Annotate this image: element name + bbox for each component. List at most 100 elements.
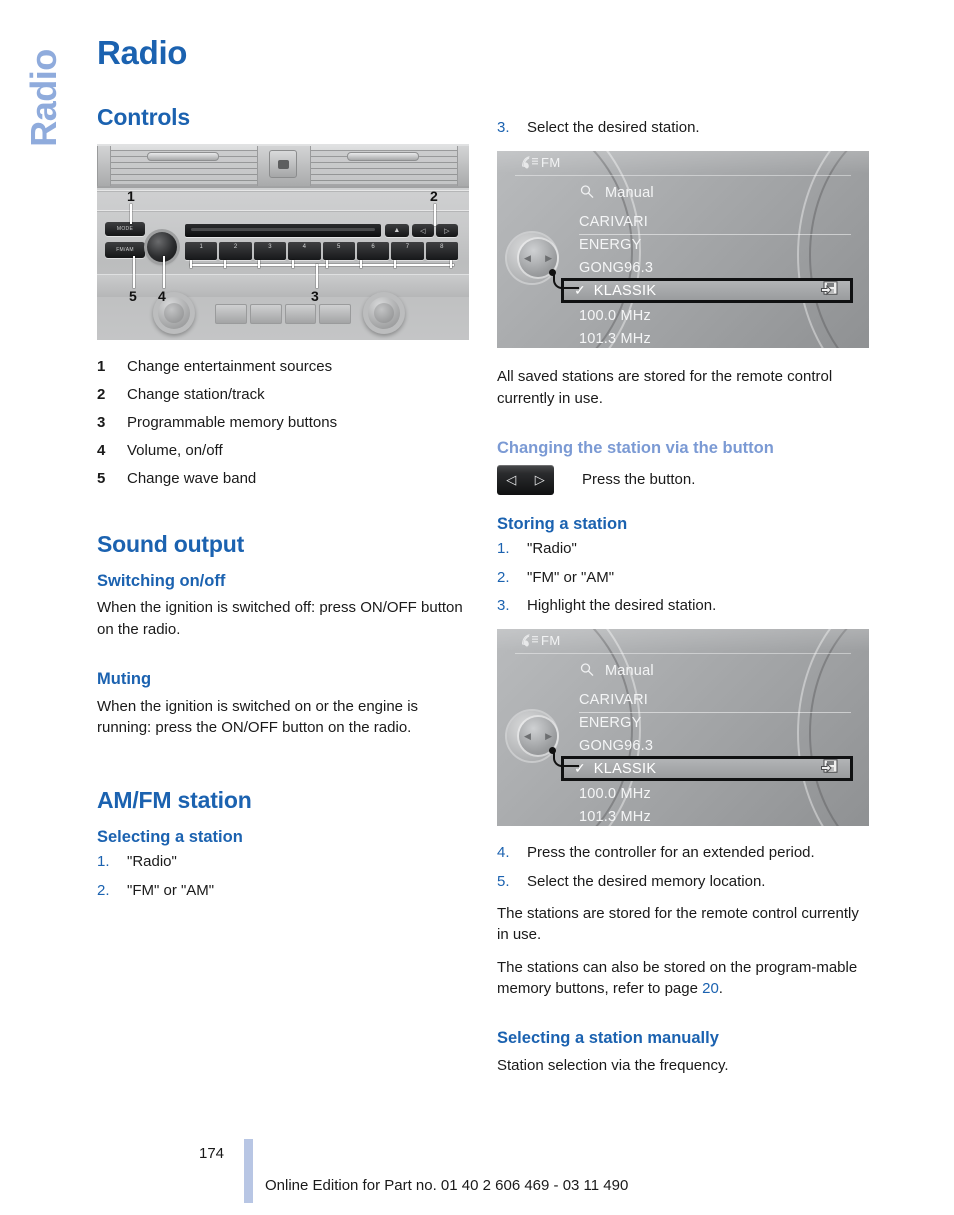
vent-edge-right xyxy=(457,146,469,187)
selected-station-row[interactable]: ✓ KLASSIK xyxy=(561,278,853,304)
volume-knob[interactable] xyxy=(147,232,177,263)
list-item: 4. Press the controller for an extended … xyxy=(497,844,869,862)
antenna-icon xyxy=(521,156,539,169)
muting-body-text: When the ignition is switched on or the … xyxy=(97,697,419,737)
climate-button-row xyxy=(215,304,351,325)
memory-preset-button[interactable]: 2 xyxy=(219,242,252,261)
manual-page: Radio Radio Controls MODE FM/AM ▲ ◁ ▷ 1 … xyxy=(0,0,954,1215)
step-text: Select the desired station. xyxy=(527,119,700,136)
save-icon xyxy=(821,281,838,301)
memory-preset-button[interactable]: 6 xyxy=(356,242,390,261)
heading-sound-output: Sound output xyxy=(97,531,245,558)
manual-label: Manual xyxy=(605,184,654,201)
callout-4: 4 xyxy=(158,288,166,305)
list-item-frequency[interactable]: 101.3 MHz xyxy=(579,327,855,348)
heading-controls: Controls xyxy=(97,104,190,130)
step-number: 5. xyxy=(497,872,510,890)
footer-accent-bar xyxy=(244,1139,253,1203)
legend-number: 2 xyxy=(97,386,106,404)
step-text: Select the desired memory location. xyxy=(527,872,766,890)
press-button-row: ◁ ▷ Press the button. xyxy=(497,464,869,495)
idrive-screen-station-list-2: FM Manual CARIVARI ENERGY GONG96.3 100.0… xyxy=(497,629,869,827)
leader-line-2 xyxy=(434,204,436,227)
switching-body-text: When the ignition is switched off: press… xyxy=(97,599,463,638)
storing-station-steps-bottom: 4. Press the controller for an extended … xyxy=(497,844,869,891)
list-item: 3 Programmable memory buttons xyxy=(97,414,471,432)
screen-band-label: FM xyxy=(541,155,561,171)
list-item: 3. Highlight the desired station. xyxy=(497,597,869,615)
page-reference-link[interactable]: 20 xyxy=(702,980,719,997)
heading-changing-station-via-button: Changing the station via the button xyxy=(497,438,774,457)
hazard-icon xyxy=(277,159,289,169)
saved-stations-note: All saved stations are stored for the re… xyxy=(497,368,833,407)
step-number: 1. xyxy=(497,540,510,558)
list-item-frequency[interactable]: 100.0 MHz xyxy=(579,304,855,327)
mode-button[interactable]: MODE xyxy=(105,222,145,237)
chapter-side-tab: Radio xyxy=(14,22,74,182)
leader-tick-d xyxy=(292,260,294,269)
heading-selecting-station-manually: Selecting a station manually xyxy=(497,1029,719,1048)
list-item-manual[interactable]: Manual xyxy=(579,181,855,204)
list-item-station[interactable]: CARIVARI xyxy=(579,688,855,711)
list-item-station[interactable]: CARIVARI xyxy=(579,210,855,233)
memory-preset-button[interactable]: 8 xyxy=(425,242,458,261)
screen-band-label: FM xyxy=(541,633,561,649)
list-item-frequency[interactable]: 101.3 MHz xyxy=(579,805,855,826)
leader-line-1 xyxy=(130,204,132,225)
next-station-button[interactable]: ▷ xyxy=(436,224,458,238)
list-item: 2. "FM" or "AM" xyxy=(97,882,471,900)
trim-divider-2 xyxy=(97,210,469,213)
memory-preset-button[interactable]: 1 xyxy=(185,242,218,261)
step-text: "FM" or "AM" xyxy=(127,881,215,899)
memory-preset-button[interactable]: 4 xyxy=(288,242,321,261)
climate-knob-right xyxy=(363,292,405,335)
legend-text: Volume, on/off xyxy=(127,442,223,460)
memory-preset-button[interactable]: 3 xyxy=(253,242,287,261)
step-text: "FM" or "AM" xyxy=(527,568,615,586)
climate-button xyxy=(249,304,282,325)
antenna-icon xyxy=(521,634,539,647)
memory-preset-button[interactable]: 7 xyxy=(391,242,424,261)
selected-station-row[interactable]: ✓ KLASSIK xyxy=(561,756,853,782)
legend-number: 3 xyxy=(97,414,106,432)
seek-button-graphic[interactable]: ◁ ▷ xyxy=(497,464,554,495)
wave-band-button[interactable]: FM/AM xyxy=(105,242,145,259)
list-divider xyxy=(579,712,851,714)
list-item: 1. "Radio" xyxy=(97,853,471,871)
list-item-station[interactable]: ENERGY xyxy=(579,233,855,256)
screen-divider xyxy=(515,653,851,655)
arrow-left-icon: ◀ xyxy=(524,252,531,263)
leader-tick-a xyxy=(190,260,192,269)
climate-button xyxy=(284,304,317,325)
list-item-station[interactable]: ENERGY xyxy=(579,711,855,734)
step-text: "Radio" xyxy=(127,853,177,871)
step-number: 4. xyxy=(497,844,510,862)
list-item: 1. "Radio" xyxy=(497,540,869,558)
legend-text: Programmable memory buttons xyxy=(127,414,338,432)
prev-station-button[interactable]: ◁ xyxy=(412,224,434,238)
leader-tick-e xyxy=(326,260,328,269)
callout-3: 3 xyxy=(311,288,319,305)
leader-tick-g xyxy=(394,260,396,269)
callout-5: 5 xyxy=(129,288,137,305)
arrow-right-icon: ▷ xyxy=(534,471,545,487)
list-item: 5 Change wave band xyxy=(97,470,471,488)
list-item-station[interactable]: GONG96.3 xyxy=(579,734,855,757)
station-list: Manual CARIVARI ENERGY GONG96.3 100.0 MH… xyxy=(579,181,855,348)
list-item-frequency[interactable]: 100.0 MHz xyxy=(579,782,855,805)
radio-faceplate-illustration: MODE FM/AM ▲ ◁ ▷ 1 2 3 4 5 6 7 8 1 2 3 4… xyxy=(97,144,469,341)
leader-tick-f xyxy=(360,260,362,269)
memory-preset-button[interactable]: 5 xyxy=(322,242,355,261)
eject-button[interactable]: ▲ xyxy=(385,224,409,238)
step-number: 3. xyxy=(497,597,510,615)
arrow-left-icon: ◀ xyxy=(524,730,531,741)
leader-line-4 xyxy=(163,256,165,289)
list-item: 1 Change entertainment sources xyxy=(97,358,471,376)
list-item-station[interactable]: GONG96.3 xyxy=(579,256,855,279)
arrow-right-icon: ▶ xyxy=(545,730,552,741)
list-item-manual[interactable]: Manual xyxy=(579,659,855,682)
footer-edition-note: Online Edition for Part no. 01 40 2 606 … xyxy=(265,1177,629,1194)
selected-station-label: KLASSIK xyxy=(593,282,657,299)
step-number: 3. xyxy=(497,119,510,136)
